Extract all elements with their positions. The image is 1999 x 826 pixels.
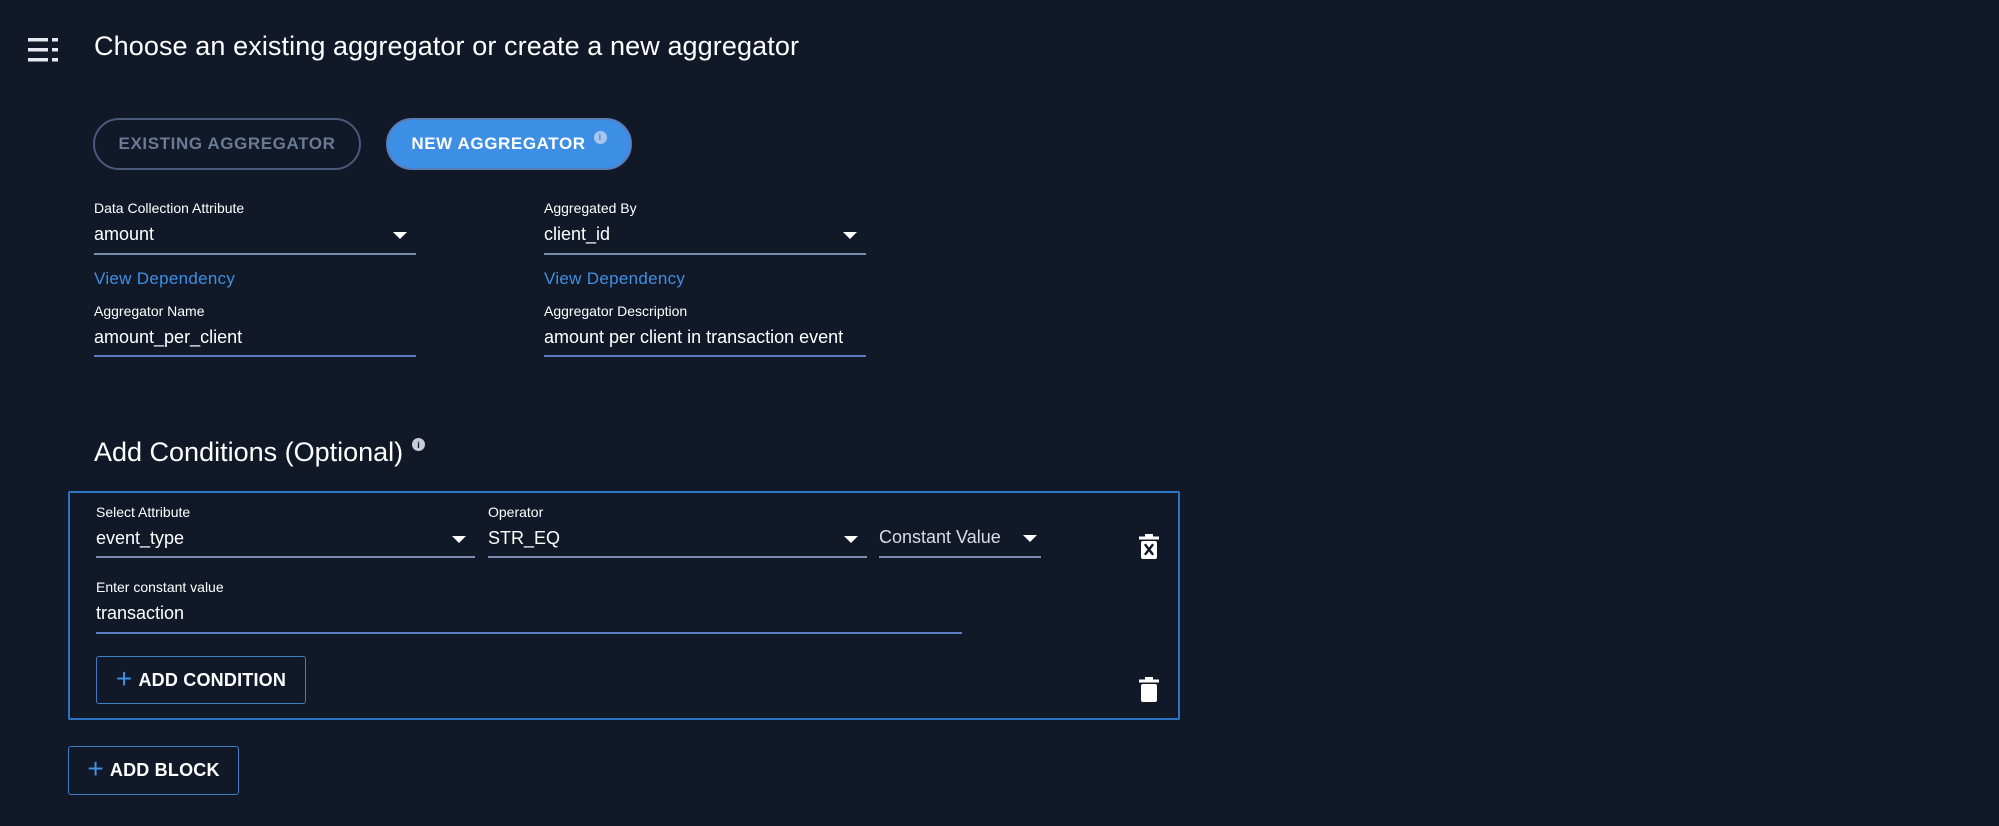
constant-value-input[interactable]: transaction <box>96 603 184 624</box>
select-attribute-label: Select Attribute <box>96 504 191 520</box>
chevron-down-icon[interactable] <box>1023 535 1037 542</box>
aggregator-description-input[interactable]: amount per client in transaction event <box>544 327 843 348</box>
view-dependency-link[interactable]: View Dependency <box>94 269 235 289</box>
add-block-button[interactable]: + ADD BLOCK <box>68 746 239 795</box>
select-underline <box>544 253 866 255</box>
add-block-label: ADD BLOCK <box>109 760 220 780</box>
data-collection-attribute-select[interactable]: amount <box>94 224 154 245</box>
existing-aggregator-label: EXISTING AGGREGATOR <box>118 134 336 153</box>
view-dependency-link[interactable]: View Dependency <box>544 269 685 289</box>
plus-icon: + <box>115 662 133 694</box>
page-title: Choose an existing aggregator or create … <box>94 31 800 61</box>
new-aggregator-button[interactable]: NEW AGGREGATOR i <box>386 118 632 170</box>
chevron-down-icon[interactable] <box>844 536 858 543</box>
delete-block-icon[interactable] <box>1139 677 1159 707</box>
constant-value-label: Enter constant value <box>96 579 224 595</box>
select-attribute-select[interactable]: event_type <box>96 528 184 549</box>
aggregator-name-label: Aggregator Name <box>94 303 205 319</box>
existing-aggregator-button[interactable]: EXISTING AGGREGATOR <box>93 118 361 170</box>
chevron-down-icon[interactable] <box>843 232 857 239</box>
aggregated-by-select[interactable]: client_id <box>544 224 610 245</box>
select-underline <box>96 556 475 558</box>
aggregated-by-label: Aggregated By <box>544 200 637 216</box>
info-icon[interactable]: i <box>412 438 425 451</box>
select-underline <box>879 556 1041 558</box>
select-underline <box>488 556 867 558</box>
chevron-down-icon[interactable] <box>452 536 466 543</box>
input-underline <box>94 355 416 357</box>
conditions-title: Add Conditions (Optional) <box>94 437 404 467</box>
add-condition-label: ADD CONDITION <box>138 669 287 690</box>
menu-icon[interactable] <box>28 36 62 64</box>
data-collection-attribute-label: Data Collection Attribute <box>94 200 245 216</box>
info-icon[interactable]: i <box>593 130 607 144</box>
operator-select[interactable]: STR_EQ <box>488 528 560 549</box>
delete-condition-icon[interactable] <box>1139 534 1159 564</box>
operator-label: Operator <box>488 504 544 520</box>
input-underline <box>96 632 962 634</box>
input-underline <box>544 355 866 357</box>
chevron-down-icon[interactable] <box>393 232 407 239</box>
value-type-select[interactable]: Constant Value <box>879 527 1001 548</box>
select-underline <box>94 253 416 255</box>
plus-icon: + <box>87 753 104 784</box>
aggregator-description-label: Aggregator Description <box>544 303 688 319</box>
aggregator-name-input[interactable]: amount_per_client <box>94 327 242 348</box>
new-aggregator-label: NEW AGGREGATOR <box>411 134 586 153</box>
add-condition-button[interactable]: + ADD CONDITION <box>96 656 306 704</box>
